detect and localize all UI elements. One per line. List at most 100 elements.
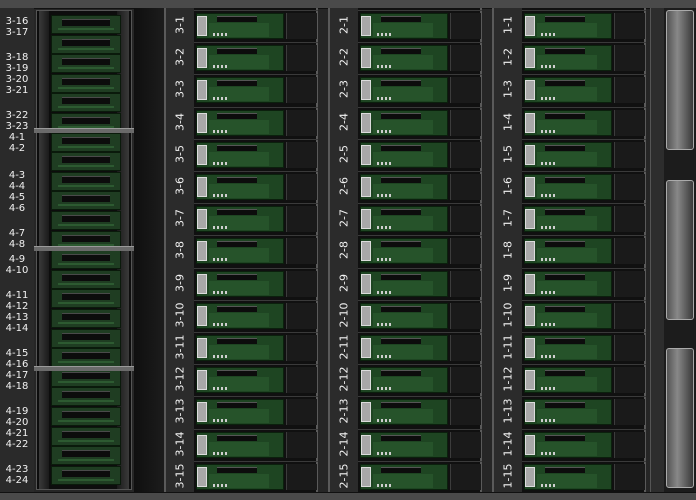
drive-slot[interactable] bbox=[358, 428, 482, 459]
eject-handle-icon[interactable] bbox=[525, 112, 535, 133]
drive-slot[interactable] bbox=[358, 74, 482, 104]
module-card[interactable] bbox=[360, 174, 448, 200]
eject-handle-icon[interactable] bbox=[361, 402, 371, 423]
module-card[interactable] bbox=[360, 367, 448, 394]
eject-handle-icon[interactable] bbox=[525, 209, 535, 230]
drive-slot[interactable] bbox=[522, 267, 646, 298]
left-module-card[interactable] bbox=[51, 73, 121, 93]
module-card[interactable] bbox=[196, 13, 284, 39]
drive-slot[interactable] bbox=[522, 460, 646, 491]
module-card[interactable] bbox=[196, 335, 284, 361]
drive-slot[interactable] bbox=[522, 171, 646, 201]
module-card[interactable] bbox=[196, 206, 284, 233]
module-card[interactable] bbox=[196, 431, 284, 458]
drive-slot[interactable] bbox=[522, 42, 646, 72]
eject-handle-icon[interactable] bbox=[525, 338, 535, 358]
drive-slot[interactable] bbox=[358, 364, 482, 394]
module-card[interactable] bbox=[360, 141, 448, 168]
module-card[interactable] bbox=[524, 431, 612, 458]
module-card[interactable] bbox=[360, 77, 448, 104]
drive-slot[interactable] bbox=[194, 267, 318, 298]
module-card[interactable] bbox=[360, 109, 448, 136]
drive-slot[interactable] bbox=[194, 396, 318, 426]
drive-slot[interactable] bbox=[358, 106, 482, 137]
eject-handle-icon[interactable] bbox=[361, 144, 371, 165]
eject-handle-icon[interactable] bbox=[197, 241, 207, 262]
left-module-card[interactable] bbox=[51, 132, 121, 152]
drive-slot[interactable] bbox=[522, 396, 646, 426]
drive-slot[interactable] bbox=[358, 235, 482, 265]
module-card[interactable] bbox=[524, 109, 612, 136]
eject-handle-icon[interactable] bbox=[197, 209, 207, 230]
drive-slot[interactable] bbox=[194, 74, 318, 104]
eject-handle-icon[interactable] bbox=[197, 48, 207, 69]
drive-slot[interactable] bbox=[522, 428, 646, 459]
drive-slot[interactable] bbox=[522, 364, 646, 394]
module-card[interactable] bbox=[360, 302, 448, 329]
eject-handle-icon[interactable] bbox=[525, 16, 535, 36]
eject-handle-icon[interactable] bbox=[361, 338, 371, 358]
drive-slot[interactable] bbox=[194, 138, 318, 169]
left-module-card[interactable] bbox=[51, 93, 121, 113]
eject-handle-icon[interactable] bbox=[361, 209, 371, 230]
module-card[interactable] bbox=[196, 399, 284, 426]
left-module-card[interactable] bbox=[51, 269, 121, 289]
module-card[interactable] bbox=[196, 174, 284, 200]
module-card[interactable] bbox=[360, 270, 448, 297]
eject-handle-icon[interactable] bbox=[197, 16, 207, 36]
eject-handle-icon[interactable] bbox=[525, 273, 535, 294]
left-module-card[interactable] bbox=[51, 289, 121, 309]
left-module-card[interactable] bbox=[51, 152, 121, 172]
drive-slot[interactable] bbox=[194, 106, 318, 137]
module-card[interactable] bbox=[196, 45, 284, 72]
eject-handle-icon[interactable] bbox=[197, 305, 207, 326]
drive-slot[interactable] bbox=[358, 42, 482, 72]
drive-slot[interactable] bbox=[522, 332, 646, 362]
left-module-card[interactable] bbox=[51, 250, 121, 270]
left-module-card[interactable] bbox=[51, 328, 121, 348]
eject-handle-icon[interactable] bbox=[525, 402, 535, 423]
chassis-handle[interactable] bbox=[666, 180, 694, 320]
left-module-card[interactable] bbox=[51, 191, 121, 211]
module-card[interactable] bbox=[360, 206, 448, 233]
module-card[interactable] bbox=[360, 431, 448, 458]
drive-slot[interactable] bbox=[358, 138, 482, 169]
module-card[interactable] bbox=[196, 141, 284, 168]
left-module-card[interactable] bbox=[51, 387, 121, 407]
eject-handle-icon[interactable] bbox=[361, 434, 371, 455]
eject-handle-icon[interactable] bbox=[361, 16, 371, 36]
eject-handle-icon[interactable] bbox=[525, 177, 535, 197]
drive-slot[interactable] bbox=[194, 42, 318, 72]
drive-slot[interactable] bbox=[358, 171, 482, 201]
left-module-card[interactable] bbox=[51, 426, 121, 446]
eject-handle-icon[interactable] bbox=[525, 434, 535, 455]
eject-handle-icon[interactable] bbox=[197, 80, 207, 101]
drive-slot[interactable] bbox=[358, 299, 482, 330]
module-card[interactable] bbox=[360, 45, 448, 72]
eject-handle-icon[interactable] bbox=[525, 241, 535, 262]
eject-handle-icon[interactable] bbox=[525, 80, 535, 101]
drive-slot[interactable] bbox=[194, 460, 318, 491]
eject-handle-icon[interactable] bbox=[361, 80, 371, 101]
drive-slot[interactable] bbox=[194, 428, 318, 459]
module-card[interactable] bbox=[524, 45, 612, 72]
eject-handle-icon[interactable] bbox=[197, 144, 207, 165]
left-module-card[interactable] bbox=[51, 54, 121, 74]
eject-handle-icon[interactable] bbox=[361, 466, 371, 487]
drive-slot[interactable] bbox=[194, 235, 318, 265]
module-card[interactable] bbox=[524, 77, 612, 104]
drive-slot[interactable] bbox=[522, 106, 646, 137]
eject-handle-icon[interactable] bbox=[197, 466, 207, 487]
module-card[interactable] bbox=[360, 238, 448, 265]
drive-slot[interactable] bbox=[358, 332, 482, 362]
eject-handle-icon[interactable] bbox=[525, 370, 535, 391]
drive-slot[interactable] bbox=[358, 10, 482, 40]
module-card[interactable] bbox=[524, 13, 612, 39]
eject-handle-icon[interactable] bbox=[197, 177, 207, 197]
drive-slot[interactable] bbox=[522, 203, 646, 233]
eject-handle-icon[interactable] bbox=[361, 273, 371, 294]
drive-slot[interactable] bbox=[358, 460, 482, 491]
module-card[interactable] bbox=[524, 399, 612, 426]
drive-slot[interactable] bbox=[194, 299, 318, 330]
module-card[interactable] bbox=[360, 399, 448, 426]
